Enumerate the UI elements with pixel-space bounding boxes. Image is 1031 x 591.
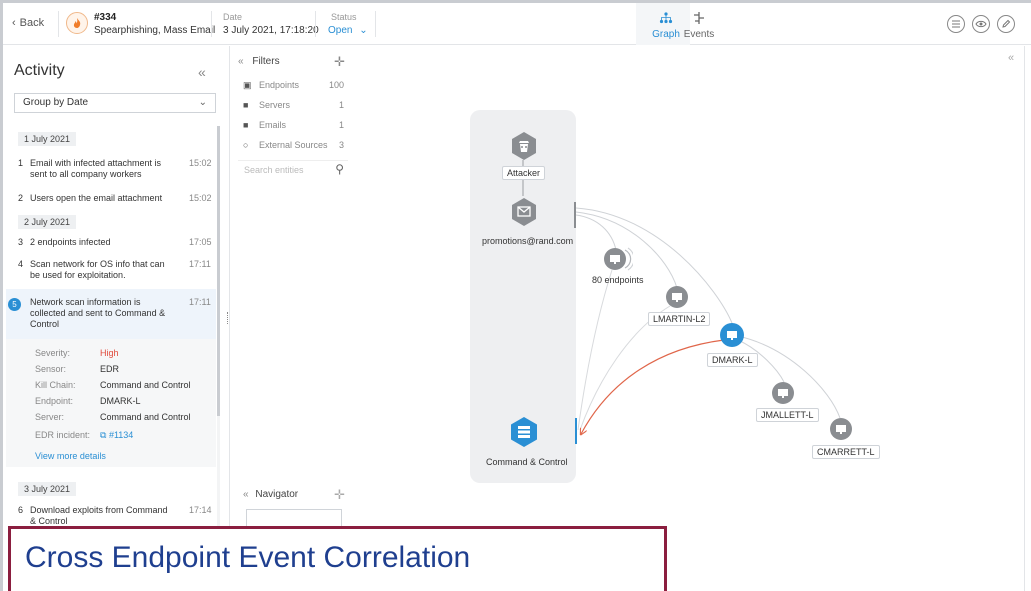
node-label-dmark[interactable]: DMARK-L <box>707 353 758 367</box>
edge-dmark-c2-attack <box>581 339 725 434</box>
right-panel-border <box>1024 46 1025 591</box>
navigator-plus-icon[interactable]: ✛ <box>334 487 345 503</box>
node-label-attacker[interactable]: Attacker <box>502 166 546 180</box>
node-label-command-control[interactable]: Command & Control <box>482 456 572 468</box>
endpoint-node-icon[interactable] <box>830 418 852 440</box>
endpoint-group-node-icon[interactable] <box>603 246 633 272</box>
server-node-icon[interactable] <box>509 416 539 448</box>
endpoint-highlighted-node-icon[interactable] <box>720 323 744 347</box>
endpoint-node-icon[interactable] <box>666 286 688 308</box>
graph-edges <box>522 160 841 591</box>
attacker-node-icon[interactable] <box>510 131 538 161</box>
edge-email-dmark <box>575 207 733 324</box>
email-node-icon[interactable] <box>510 197 538 227</box>
collapse-left-icon: « <box>243 489 249 500</box>
node-label-cmarrett[interactable]: CMARRETT-L <box>812 445 880 459</box>
node-label-email[interactable]: promotions@rand.com <box>478 235 577 247</box>
caption-text: Cross Endpoint Event Correlation <box>25 541 471 574</box>
slide-caption: Cross Endpoint Event Correlation <box>8 526 667 591</box>
node-label-80-endpoints[interactable]: 80 endpoints <box>588 274 648 286</box>
node-label-lmartin[interactable]: LMARTIN-L2 <box>648 312 711 326</box>
endpoint-node-icon[interactable] <box>772 382 794 404</box>
navigator-header[interactable]: « Navigator <box>243 489 298 500</box>
edge-80endpoints-c2 <box>577 269 613 431</box>
node-label-jmallett[interactable]: JMALLETT-L <box>756 408 819 422</box>
collapse-right-icon[interactable]: « <box>1008 52 1014 64</box>
navigator-title: Navigator <box>255 489 299 500</box>
